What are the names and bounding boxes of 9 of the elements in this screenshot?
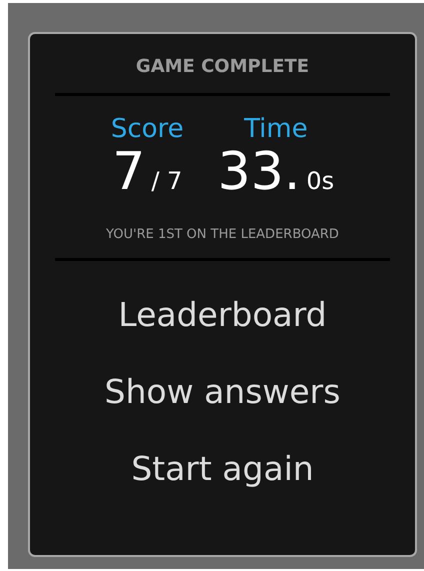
- stat-value: 33.0s: [218, 144, 334, 204]
- stat-value: 7/ 7: [112, 144, 182, 204]
- menu-button[interactable]: Start again: [131, 443, 314, 494]
- panel-title: GAME COMPLETE: [136, 56, 310, 77]
- stat-label: Score: [110, 114, 184, 144]
- leaderboard-message: YOU'RE 1ST ON THE LEADERBOARD: [106, 227, 339, 242]
- menu-button[interactable]: Leaderboard: [118, 289, 327, 340]
- menu-button[interactable]: Show answers: [104, 366, 340, 417]
- stat-label: Time: [244, 114, 308, 144]
